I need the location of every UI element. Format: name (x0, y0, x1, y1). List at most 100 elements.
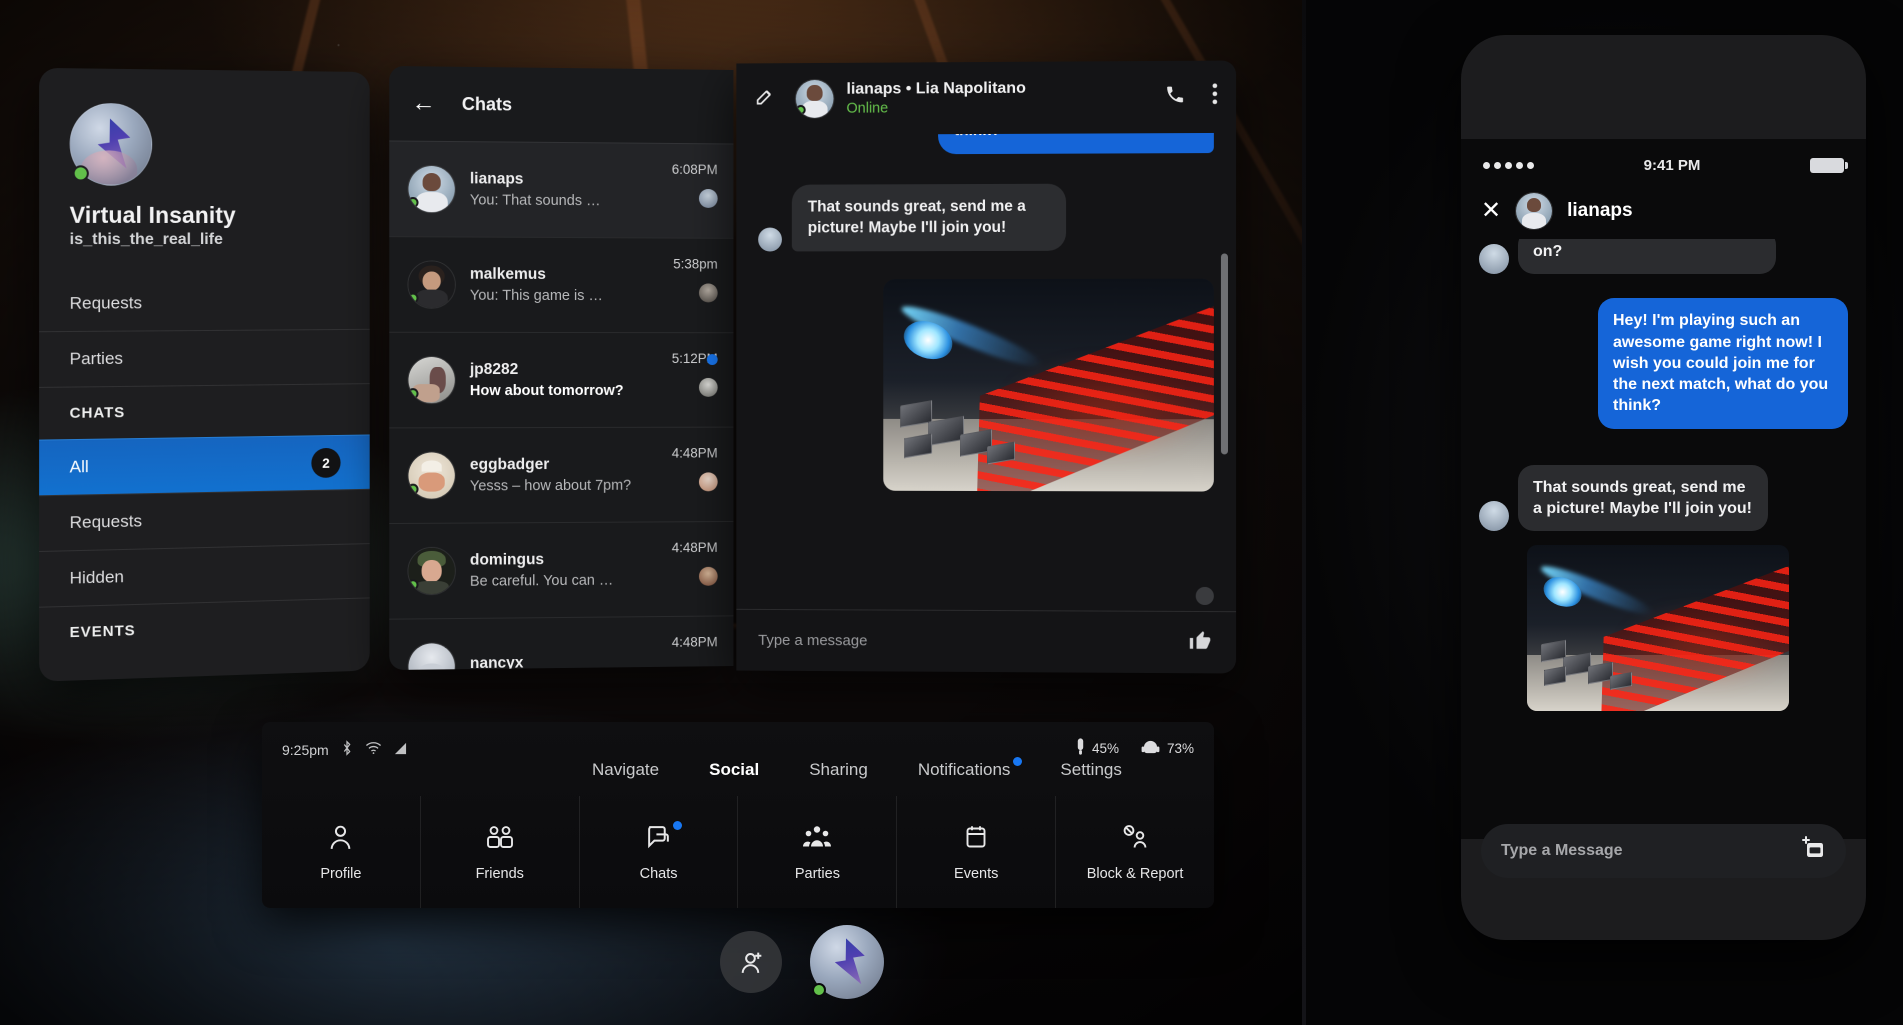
block-report-icon (1121, 823, 1149, 853)
sidebar-section-chats: CHATS (39, 383, 370, 440)
avatar[interactable] (794, 78, 835, 119)
message-status-indicator (1195, 586, 1214, 606)
tab-label: Social (709, 760, 760, 779)
phone-icon[interactable] (1165, 83, 1186, 110)
signal-icon (394, 742, 407, 758)
phone-status-bar: 9:41 PM (1461, 147, 1866, 183)
chat-list-item[interactable]: nancyx 4:48PM (389, 615, 734, 671)
seen-avatar-icon (698, 283, 718, 303)
add-person-icon[interactable] (720, 931, 782, 993)
message-row-them: That sounds great, send me a picture! Ma… (1479, 464, 1848, 532)
chat-list-item[interactable]: malkemus You: This game is … 5:38pm (389, 236, 734, 333)
chat-list-rows[interactable]: lianaps You: That sounds … 6:08PM malkem… (389, 140, 734, 671)
message-row-me: think? (758, 132, 1214, 156)
tab-navigate[interactable]: Navigate (592, 760, 659, 780)
taskbar-item-label: Block & Report (1086, 865, 1184, 882)
sidebar-item-label: Requests (69, 292, 142, 313)
chat-timestamp: 4:48PM (671, 445, 718, 461)
sidebar-item-all[interactable]: All 2 (39, 434, 370, 496)
sidebar-item-requests[interactable]: Requests (39, 488, 370, 552)
chat-name: eggbadger (469, 456, 550, 474)
chat-list-item[interactable]: jp8282 How about tomorrow? 5:12PM (389, 331, 734, 428)
message-bubble-outgoing: Hey! I'm playing such an awesome game ri… (1598, 298, 1848, 429)
parties-icon (802, 823, 832, 853)
taskbar-item-parties[interactable]: Parties (738, 796, 898, 908)
taskbar-item-events[interactable]: Events (897, 796, 1057, 908)
message-input[interactable]: Type a message (758, 632, 1177, 651)
message-bubble-outgoing: think? (938, 132, 1214, 155)
add-media-icon[interactable] (1800, 835, 1826, 867)
chat-list-item[interactable]: domingus Be careful. You can … 4:48PM (389, 520, 734, 619)
sidebar-item-parties[interactable]: Parties (39, 328, 370, 387)
sidebar-item-requests-top[interactable]: Requests (39, 275, 370, 332)
avatar[interactable] (1515, 192, 1554, 230)
taskbar-app-row: Profile Friends Chats Parties Events Blo… (262, 796, 1214, 908)
chat-list-header: ← Chats (389, 66, 733, 144)
seen-avatar-icon (698, 566, 718, 586)
message-image-attachment[interactable] (883, 278, 1214, 492)
avatar[interactable] (810, 925, 884, 999)
person-icon (328, 823, 353, 853)
nav-item-list: Requests Parties CHATS All 2 Requests Hi… (39, 275, 370, 660)
chat-timestamp: 5:38pm (673, 256, 718, 272)
phone-message-input[interactable]: Type a Message (1501, 842, 1623, 860)
chat-list-item[interactable]: eggbadger Yesss – how about 7pm? 4:48PM (389, 426, 734, 524)
compose-icon[interactable] (754, 86, 775, 113)
profile-username: is_this_the_real_life (69, 230, 223, 249)
online-status-dot (407, 579, 419, 591)
taskbar-item-profile[interactable]: Profile (262, 796, 421, 908)
battery-icon (1809, 157, 1848, 173)
social-nav-panel: Virtual Insanity is_this_the_real_life R… (39, 67, 370, 682)
avatar[interactable] (69, 102, 153, 186)
chat-preview: Yesss – how about 7pm? (469, 477, 632, 495)
profile-header: Virtual Insanity is_this_the_real_life (39, 68, 370, 255)
tab-notifications[interactable]: Notifications (917, 757, 1023, 780)
avatar (758, 227, 782, 252)
taskbar-item-block-report[interactable]: Block & Report (1056, 796, 1214, 908)
friends-icon (485, 823, 515, 853)
back-arrow-icon[interactable]: ← (411, 89, 435, 116)
chat-list-item[interactable]: lianaps You: That sounds … 6:08PM (389, 140, 734, 238)
message-bubble-incoming: That sounds great, send me a picture! Ma… (1518, 464, 1768, 532)
tab-social[interactable]: Social (709, 760, 759, 780)
sidebar-item-hidden[interactable]: Hidden (39, 543, 370, 607)
tab-label: Notifications (917, 760, 1011, 779)
avatar (1479, 501, 1509, 532)
system-clock: 9:25pm (282, 741, 329, 758)
seen-avatar-icon (698, 472, 718, 492)
sidebar-section-label: CHATS (69, 404, 126, 422)
message-composer: Type a message (736, 608, 1237, 674)
signal-dots-icon (1483, 161, 1534, 169)
more-vertical-icon[interactable] (1212, 83, 1218, 111)
wifi-icon (365, 741, 382, 758)
message-bubble-incoming: That sounds great, send me a picture! Ma… (791, 184, 1067, 252)
close-icon[interactable]: ✕ (1481, 199, 1501, 223)
sidebar-item-label: Parties (69, 348, 124, 369)
chat-name: lianaps (469, 170, 524, 188)
chat-timestamp: 4:48PM (671, 539, 718, 556)
avatar (407, 164, 456, 214)
chat-name: domingus (469, 551, 545, 569)
avatar (407, 546, 456, 596)
tab-settings[interactable]: Settings (1060, 760, 1121, 780)
tab-label: Navigate (592, 760, 660, 779)
calendar-icon (964, 823, 988, 853)
taskbar-item-friends[interactable]: Friends (421, 796, 580, 908)
sidebar-section-events: EVENTS (39, 597, 370, 660)
tab-sharing[interactable]: Sharing (809, 760, 868, 780)
chat-preview: Be careful. You can … (469, 572, 614, 590)
phone-message-thread[interactable]: on? Hey! I'm playing such an awesome gam… (1461, 239, 1866, 779)
conversation-status: Online (846, 100, 889, 117)
chat-timestamp: 6:08PM (671, 161, 718, 178)
taskbar-item-chats[interactable]: Chats (580, 796, 739, 908)
taskbar-tabs: Navigate Social Sharing Notifications Se… (592, 757, 1122, 780)
game-screenshot (883, 278, 1214, 492)
message-image-attachment[interactable] (1527, 545, 1789, 712)
avatar (407, 642, 456, 671)
message-thread[interactable]: think? That sounds great, send me a pict… (736, 132, 1236, 611)
seen-avatar-icon (698, 188, 718, 208)
thread-scrollbar[interactable] (1220, 253, 1228, 455)
chat-icon (645, 820, 683, 853)
phone-message-composer[interactable]: Type a Message (1481, 824, 1846, 878)
thumbs-up-icon[interactable] (1188, 627, 1214, 659)
